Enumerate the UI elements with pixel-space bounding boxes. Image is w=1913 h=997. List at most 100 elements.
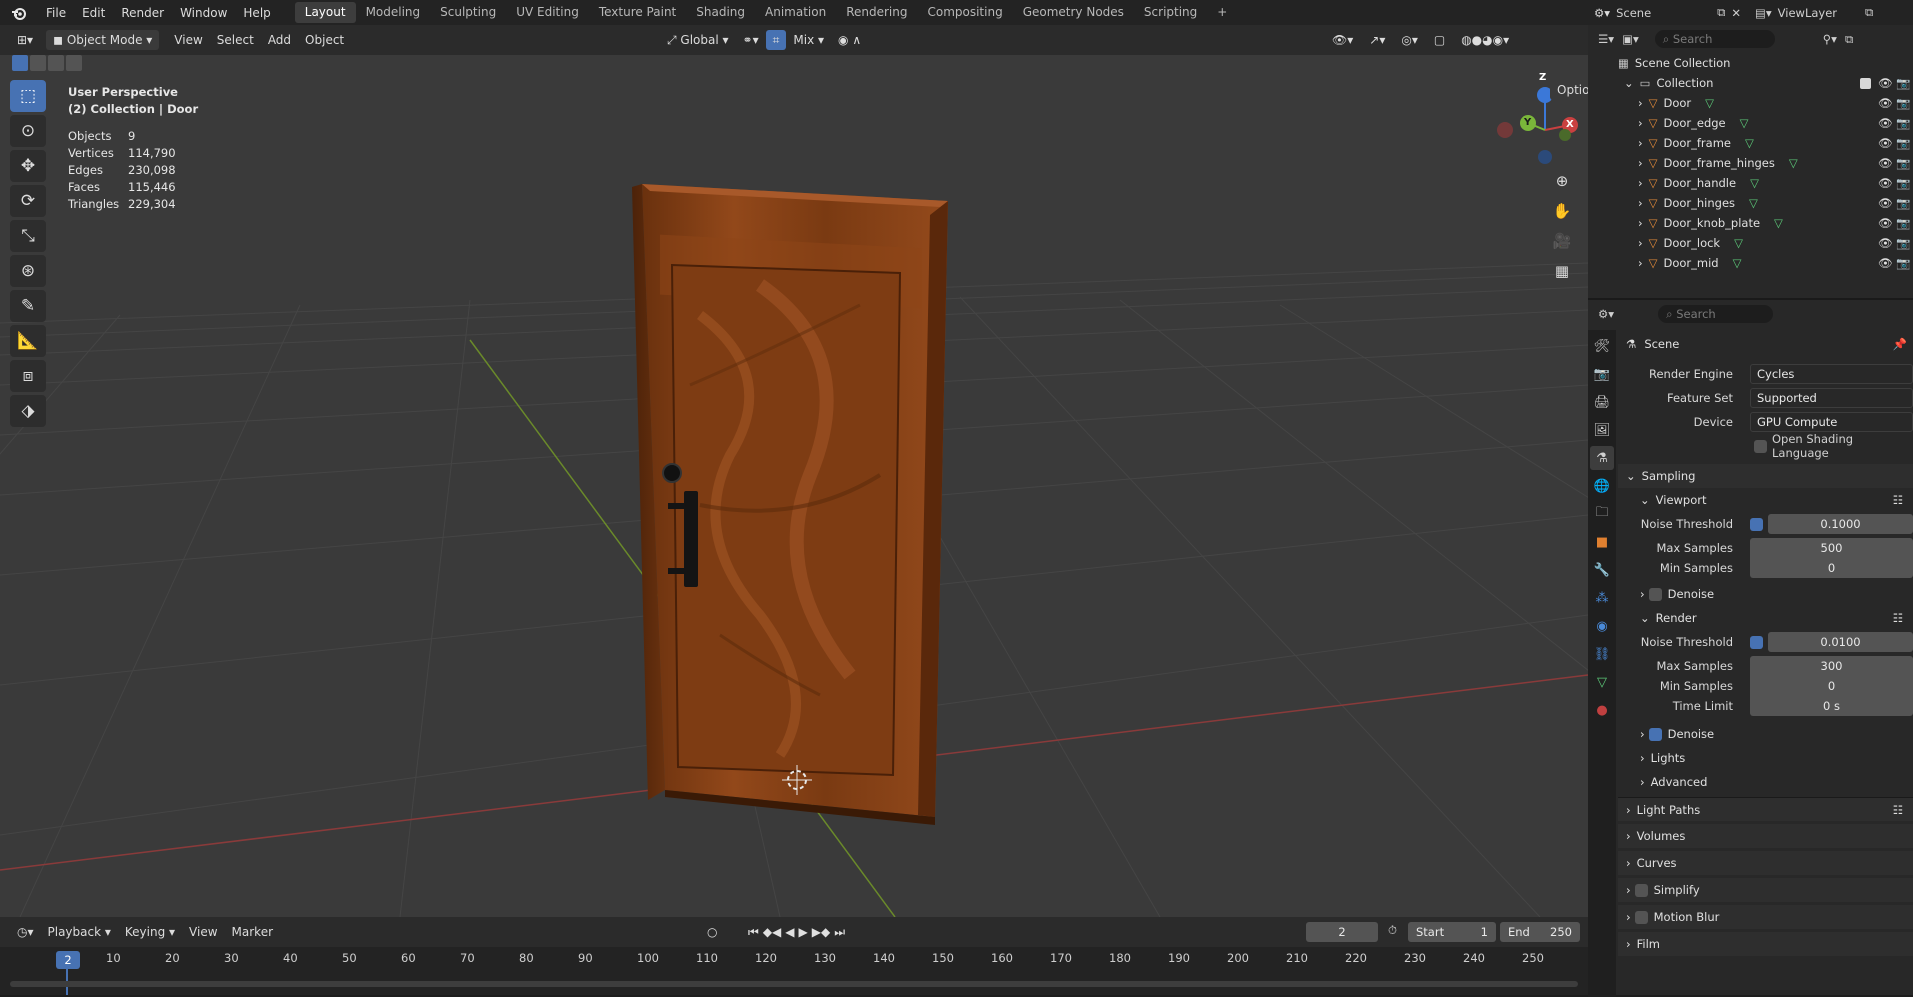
material-tab-icon[interactable]: ● — [1590, 698, 1614, 722]
view-layer-tab-icon[interactable]: 🖼 — [1590, 418, 1614, 442]
menu-marker[interactable]: Marker — [225, 922, 280, 942]
tool-tab-icon[interactable]: 🛠 — [1590, 334, 1614, 358]
playhead[interactable]: 2 — [56, 951, 80, 969]
shading-modes-icon[interactable]: ◍●◕◉▾ — [1454, 30, 1516, 50]
properties-editor-icon[interactable]: ⚙▾ — [1598, 307, 1614, 321]
outliner-object-row[interactable]: › ▽ Door_knob_plate ▽ 👁 📷 — [1588, 213, 1913, 233]
start-frame-field[interactable]: Start 1 — [1408, 922, 1496, 942]
volumes-panel-header[interactable]: › Volumes — [1618, 824, 1913, 848]
particles-tab-icon[interactable]: ⁂ — [1590, 586, 1614, 610]
simplify-panel-header[interactable]: › Simplify — [1618, 878, 1913, 902]
transform-tool-icon[interactable]: ⊛ — [10, 255, 46, 287]
render-min-samples-field[interactable]: 0 — [1750, 676, 1913, 696]
viewport-subpanel-header[interactable]: ⌄ Viewport ☷ — [1618, 488, 1913, 512]
render-noise-checkbox[interactable] — [1750, 635, 1763, 649]
sampling-panel-header[interactable]: ⌄ Sampling — [1618, 464, 1913, 488]
next-keyframe-icon[interactable]: ▶◆ — [812, 925, 830, 940]
camera-render-icon[interactable]: 📷 — [1896, 176, 1910, 190]
presets-list-icon[interactable]: ☷ — [1893, 803, 1903, 817]
render-noise-field[interactable]: 0.0100 — [1768, 632, 1913, 652]
menu-render[interactable]: Render — [113, 6, 172, 20]
select-extend-icon[interactable] — [30, 55, 46, 71]
chevron-right-icon[interactable]: › — [1638, 116, 1643, 130]
menu-select[interactable]: Select — [210, 30, 261, 50]
timeline-ruler[interactable]: 10 20 30 40 50 60 70 80 90 100 110 120 130 140 150 160 1… — [0, 951, 1588, 971]
camera-render-icon[interactable]: 📷 — [1896, 256, 1910, 270]
eye-icon[interactable]: 👁 — [1878, 236, 1893, 250]
render-max-samples-field[interactable]: 300 — [1750, 656, 1913, 676]
viewport-min-samples-field[interactable]: 0 — [1750, 558, 1913, 578]
timeline-editor-icon[interactable]: ◷▾ — [10, 922, 41, 942]
outliner-object-row[interactable]: › ▽ Door ▽ 👁 📷 — [1588, 93, 1913, 113]
add-workspace-button[interactable]: + — [1207, 2, 1237, 23]
presets-list-icon[interactable]: ☷ — [1893, 611, 1903, 625]
data-tab-icon[interactable]: ▽ — [1590, 670, 1614, 694]
menu-timeline-view[interactable]: View — [182, 922, 224, 942]
feature-set-dropdown[interactable]: Supported — [1750, 388, 1913, 408]
outliner-object-row[interactable]: › ▽ Door_frame ▽ 👁 📷 — [1588, 133, 1913, 153]
eye-icon[interactable]: 👁 — [1878, 176, 1893, 190]
camera-render-icon[interactable]: 📷 — [1896, 96, 1910, 110]
annotate-tool-icon[interactable]: ✎ — [10, 290, 46, 322]
jump-end-icon[interactable]: ⏭ — [834, 925, 845, 940]
prev-keyframe-icon[interactable]: ◆◀ — [763, 925, 781, 940]
editor-type-icon[interactable]: ⊞▾ — [10, 30, 40, 50]
collection-checkbox[interactable] — [1860, 77, 1871, 89]
camera-render-icon[interactable]: 📷 — [1896, 116, 1910, 130]
chevron-right-icon[interactable]: › — [1638, 236, 1643, 250]
overlay-toggle-icon[interactable]: ◎▾ — [1394, 30, 1425, 50]
outliner-object-row[interactable]: › ▽ Door_edge ▽ 👁 📷 — [1588, 113, 1913, 133]
autokey-icon[interactable]: ○ — [700, 922, 724, 942]
play-reverse-icon[interactable]: ◀ — [785, 925, 794, 940]
motion-blur-panel-header[interactable]: › Motion Blur — [1618, 905, 1913, 929]
outliner-object-row[interactable]: › ▽ Door_handle ▽ 👁 📷 — [1588, 173, 1913, 193]
ortho-grid-icon[interactable]: ▦ — [1548, 257, 1576, 285]
menu-window[interactable]: Window — [172, 6, 235, 20]
tab-sculpting[interactable]: Sculpting — [430, 2, 506, 23]
select-intersect-icon[interactable] — [66, 55, 82, 71]
camera-view-icon[interactable]: 🎥 — [1548, 227, 1576, 255]
delete-scene-icon[interactable]: ✕ — [1731, 6, 1741, 20]
outliner-object-row[interactable]: › ▽ Door_hinges ▽ 👁 📷 — [1588, 193, 1913, 213]
zoom-icon[interactable]: ⊕ — [1548, 167, 1576, 195]
pivot-icon[interactable]: ⚭▾ — [736, 30, 766, 50]
blender-logo-icon[interactable] — [0, 6, 38, 20]
new-collection-icon[interactable]: ⧉ — [1845, 32, 1853, 47]
viewport-denoise-checkbox[interactable] — [1648, 587, 1662, 601]
mesh-data-icon[interactable]: ▽ — [1774, 216, 1783, 230]
scale-tool-icon[interactable]: ⤡ — [10, 220, 46, 252]
add-primitive-tool-icon[interactable]: ⬗ — [10, 395, 46, 427]
scene-icon[interactable]: ⚙▾ — [1594, 6, 1610, 20]
render-subpanel-header[interactable]: ⌄ Render ☷ — [1618, 606, 1913, 630]
properties-search-input[interactable]: ⌕ Search — [1658, 305, 1774, 323]
end-frame-field[interactable]: End 250 — [1500, 922, 1580, 942]
play-icon[interactable]: ▶ — [799, 925, 808, 940]
menu-file[interactable]: File — [38, 6, 74, 20]
menu-object[interactable]: Object — [298, 30, 351, 50]
scene-collection-row[interactable]: ▦ Scene Collection — [1588, 53, 1913, 73]
tab-layout[interactable]: Layout — [294, 2, 356, 23]
outliner-search-input[interactable]: ⌕ Search — [1654, 30, 1775, 48]
chevron-right-icon[interactable]: › — [1638, 256, 1643, 270]
viewport-denoise-header[interactable]: › Denoise — [1618, 582, 1913, 606]
menu-view[interactable]: View — [167, 30, 209, 50]
tab-rendering[interactable]: Rendering — [836, 2, 917, 23]
film-panel-header[interactable]: › Film — [1618, 932, 1913, 956]
chevron-right-icon[interactable]: › — [1638, 196, 1643, 210]
chevron-right-icon[interactable]: › — [1638, 216, 1643, 230]
mesh-data-icon[interactable]: ▽ — [1734, 236, 1743, 250]
render-denoise-header[interactable]: › Denoise — [1618, 722, 1913, 746]
world-tab-icon[interactable]: 🌐 — [1590, 474, 1614, 498]
new-viewlayer-icon[interactable]: ⧉ — [1865, 5, 1873, 20]
menu-add[interactable]: Add — [261, 30, 298, 50]
cursor-tool-icon[interactable]: ⊙ — [10, 115, 46, 147]
mesh-data-icon[interactable]: ▽ — [1733, 256, 1742, 270]
render-engine-dropdown[interactable]: Cycles — [1750, 364, 1913, 384]
mesh-data-icon[interactable]: ▽ — [1789, 156, 1798, 170]
jump-start-icon[interactable]: ⏮ — [748, 925, 759, 940]
modifier-tab-icon[interactable]: 🔧 — [1590, 558, 1614, 582]
orientation-dropdown[interactable]: ⤢ Global ▾ — [660, 30, 736, 50]
tab-geometry-nodes[interactable]: Geometry Nodes — [1013, 2, 1134, 23]
curves-panel-header[interactable]: › Curves — [1618, 851, 1913, 875]
physics-tab-icon[interactable]: ◉ — [1590, 614, 1614, 638]
